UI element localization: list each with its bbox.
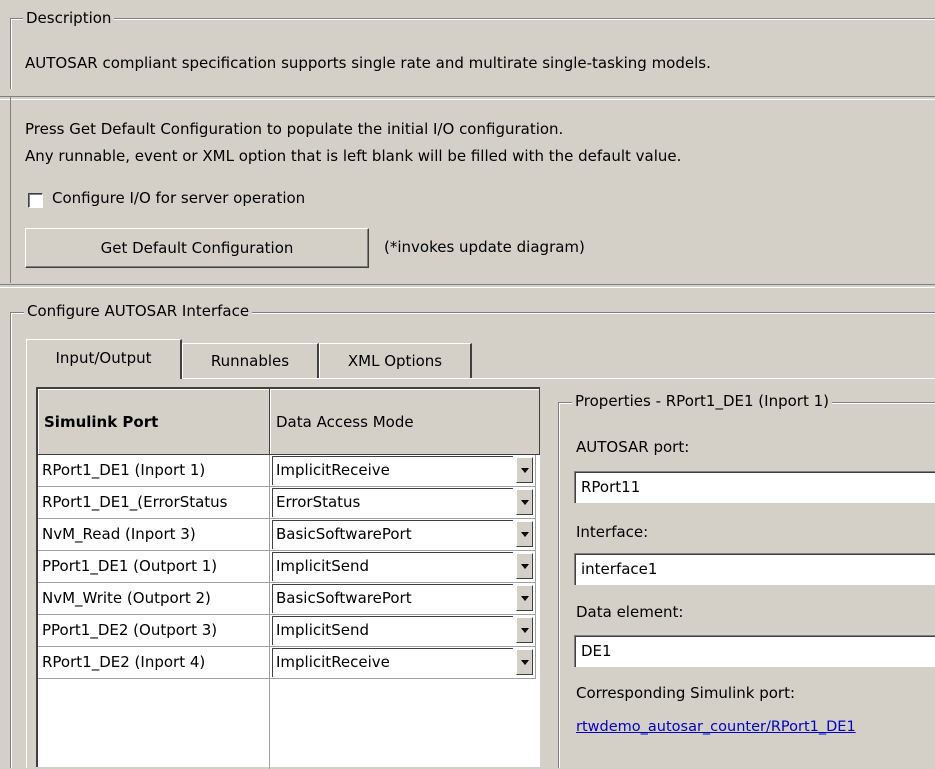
autosar-interface-legend: Configure AUTOSAR Interface (24, 302, 253, 320)
data-element-label: Data element: (576, 603, 684, 621)
data-access-mode-dropdown[interactable]: ImplicitReceive (270, 455, 536, 487)
chevron-down-icon[interactable] (516, 585, 533, 611)
simulink-port-link[interactable]: rtwdemo_autosar_counter/RPort1_DE1 (576, 719, 856, 735)
chevron-down-icon[interactable] (516, 457, 533, 483)
description-text: AUTOSAR compliant specification supports… (25, 54, 711, 72)
port-mapping-table: Simulink Port Data Access Mode RPort1_DE… (36, 387, 540, 769)
table-row-port-cell[interactable]: NvM_Read (Inport 3) (38, 519, 270, 551)
table-row-port-cell[interactable]: NvM_Write (Outport 2) (38, 583, 270, 615)
description-legend: Description (23, 9, 115, 27)
corresponding-simulink-port-label: Corresponding Simulink port: (576, 684, 796, 702)
data-access-mode-dropdown[interactable]: ErrorStatus (270, 487, 536, 519)
data-element-field[interactable]: DE1 (574, 635, 935, 667)
column-header-simulink-port[interactable]: Simulink Port (38, 389, 270, 455)
data-access-mode-dropdown[interactable]: ImplicitReceive (270, 647, 536, 679)
autosar-port-label: AUTOSAR port: (576, 438, 690, 456)
section-divider (0, 96, 935, 100)
server-operation-checkbox[interactable] (28, 193, 43, 208)
chevron-down-icon[interactable] (516, 649, 533, 675)
table-row-port-cell[interactable]: RPort1_DE2 (Inport 4) (38, 647, 270, 679)
data-access-mode-dropdown[interactable]: BasicSoftwarePort (270, 583, 536, 615)
section-divider (0, 284, 935, 288)
chevron-down-icon[interactable] (516, 553, 533, 579)
data-access-mode-dropdown[interactable]: ImplicitSend (270, 615, 536, 647)
properties-group (558, 402, 935, 768)
autosar-port-field[interactable]: RPort11 (574, 471, 935, 503)
tab-runnables[interactable]: Runnables (182, 343, 319, 378)
data-access-mode-value: ErrorStatus (272, 488, 513, 517)
table-column-divider (269, 679, 270, 769)
data-access-mode-value: BasicSoftwarePort (272, 584, 513, 613)
table-row-port-cell[interactable]: RPort1_DE1 (Inport 1) (38, 455, 270, 487)
chevron-down-icon[interactable] (516, 521, 533, 547)
data-access-mode-value: ImplicitSend (272, 616, 513, 645)
table-row-port-cell[interactable]: PPort1_DE2 (Outport 3) (38, 615, 270, 647)
tab-runnables-label: Runnables (210, 352, 290, 370)
data-access-mode-dropdown[interactable]: BasicSoftwarePort (270, 519, 536, 551)
server-operation-label[interactable]: Configure I/O for server operation (52, 189, 305, 207)
interface-label: Interface: (576, 523, 649, 541)
data-access-mode-value: ImplicitReceive (272, 456, 513, 485)
column-header-simulink-port-label: Simulink Port (44, 413, 159, 431)
interface-field[interactable]: interface1 (574, 553, 935, 585)
update-diagram-note: (*invokes update diagram) (384, 238, 585, 256)
get-default-configuration-button[interactable]: Get Default Configuration (25, 228, 369, 268)
tab-xml-options[interactable]: XML Options (319, 343, 472, 378)
data-access-mode-value: ImplicitReceive (272, 648, 513, 677)
config-instruction-line2: Any runnable, event or XML option that i… (25, 147, 682, 165)
tab-input-output[interactable]: Input/Output (26, 339, 182, 379)
chevron-down-icon[interactable] (516, 489, 533, 515)
column-header-data-access-mode[interactable]: Data Access Mode (270, 389, 540, 455)
data-access-mode-dropdown[interactable]: ImplicitSend (270, 551, 536, 583)
config-instruction-line1: Press Get Default Configuration to popul… (25, 120, 564, 138)
properties-legend: Properties - RPort1_DE1 (Inport 1) (572, 392, 832, 410)
table-row-port-cell[interactable]: PPort1_DE1 (Outport 1) (38, 551, 270, 583)
table-row-port-cell[interactable]: RPort1_DE1_(ErrorStatus (38, 487, 270, 519)
tab-input-output-label: Input/Output (55, 349, 152, 367)
config-section-left-border (10, 97, 11, 283)
column-header-data-access-mode-label: Data Access Mode (276, 413, 414, 431)
data-access-mode-value: ImplicitSend (272, 552, 513, 581)
chevron-down-icon[interactable] (516, 617, 533, 643)
tab-xml-options-label: XML Options (347, 352, 443, 370)
data-access-mode-value: BasicSoftwarePort (272, 520, 513, 549)
